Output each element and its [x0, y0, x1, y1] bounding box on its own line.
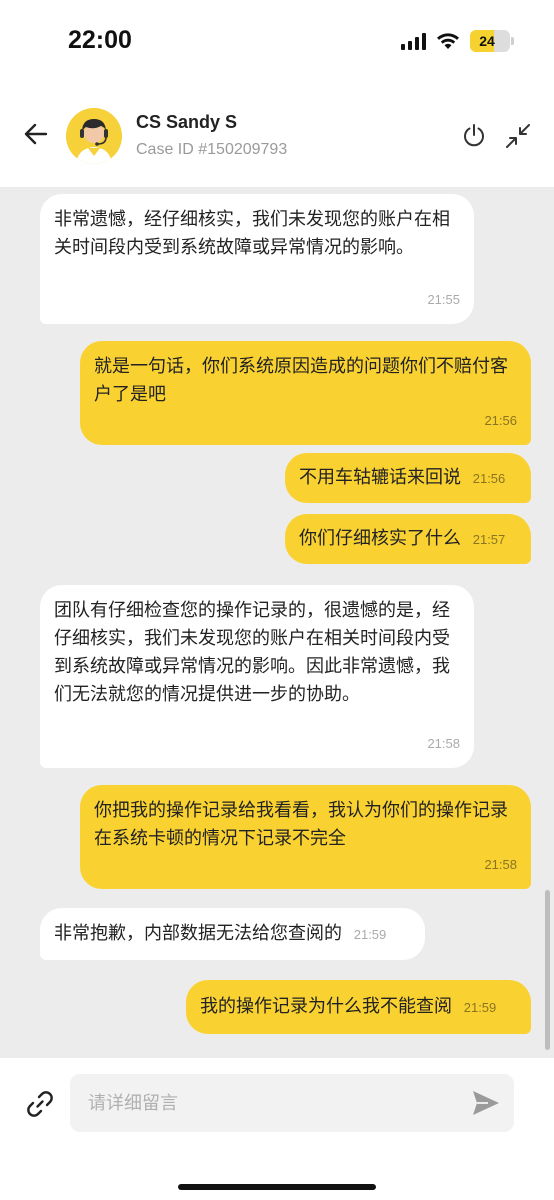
attachment-link-icon[interactable]: [24, 1088, 56, 1120]
message-text: 非常抱歉，内部数据无法给您查阅的: [54, 923, 342, 944]
message-time: 21:56: [484, 413, 517, 428]
message-bubble-agent: 非常抱歉，内部数据无法给您查阅的 21:59: [40, 908, 425, 960]
message-text: 你们仔细核实了什么: [299, 528, 461, 549]
battery-level: 24: [479, 33, 495, 49]
collapse-icon[interactable]: [504, 122, 532, 150]
status-time: 22:00: [68, 26, 132, 54]
cellular-signal-icon: [401, 32, 426, 50]
message-text: 团队有仔细检查您的操作记录的，很遗憾的是，经仔细核实，我们未发现您的账户在相关时…: [54, 600, 450, 705]
message-time: 21:55: [427, 292, 460, 307]
case-id: Case ID #150209793: [136, 141, 288, 158]
agent-name: CS Sandy S: [136, 112, 238, 132]
back-arrow-icon[interactable]: [22, 120, 50, 148]
message-bubble-agent: 团队有仔细检查您的操作记录的，很遗憾的是，经仔细核实，我们未发现您的账户在相关时…: [40, 585, 474, 768]
message-bubble-user: 你们仔细核实了什么 21:57: [285, 514, 531, 564]
message-time: 21:58: [427, 736, 460, 751]
home-indicator[interactable]: [178, 1184, 376, 1190]
message-time: 21:56: [472, 471, 506, 486]
avatar: [66, 108, 122, 164]
message-text: 不用车轱辘话来回说: [299, 467, 461, 488]
message-text: 你把我的操作记录给我看看，我认为你们的操作记录在系统卡顿的情况下记录不完全: [94, 800, 508, 849]
send-icon[interactable]: [470, 1088, 502, 1118]
message-input[interactable]: [70, 1074, 514, 1132]
message-text: 就是一句话，你们系统原因造成的问题你们不赔付客户了是吧: [94, 356, 508, 405]
input-bar: [0, 1058, 554, 1200]
message-text: 我的操作记录为什么我不能查阅: [200, 996, 452, 1017]
message-bubble-user: 不用车轱辘话来回说 21:56: [285, 453, 531, 503]
power-icon[interactable]: [461, 122, 487, 148]
message-time: 21:57: [472, 532, 506, 547]
status-icons: 24: [401, 30, 514, 52]
message-time: 21:58: [484, 857, 517, 872]
message-bubble-user: 我的操作记录为什么我不能查阅 21:59: [186, 980, 531, 1034]
message-bubble-user: 你把我的操作记录给我看看，我认为你们的操作记录在系统卡顿的情况下记录不完全 21…: [80, 785, 531, 889]
message-time: 21:59: [463, 1000, 497, 1015]
message-time: 21:59: [353, 927, 387, 942]
message-bubble-agent: 非常遗憾，经仔细核实，我们未发现您的账户在相关时间段内受到系统故障或异常情况的影…: [40, 194, 474, 324]
message-text: 非常遗憾，经仔细核实，我们未发现您的账户在相关时间段内受到系统故障或异常情况的影…: [54, 209, 450, 258]
battery-icon: 24: [470, 30, 514, 52]
status-bar: 22:00 24: [0, 0, 554, 82]
message-bubble-user: 就是一句话，你们系统原因造成的问题你们不赔付客户了是吧 21:56: [80, 341, 531, 445]
chat-area[interactable]: 非常遗憾，经仔细核实，我们未发现您的账户在相关时间段内受到系统故障或异常情况的影…: [0, 188, 554, 1058]
scrollbar[interactable]: [545, 890, 550, 1050]
chat-header: CS Sandy S Case ID #150209793: [0, 82, 554, 188]
wifi-icon: [437, 33, 459, 49]
